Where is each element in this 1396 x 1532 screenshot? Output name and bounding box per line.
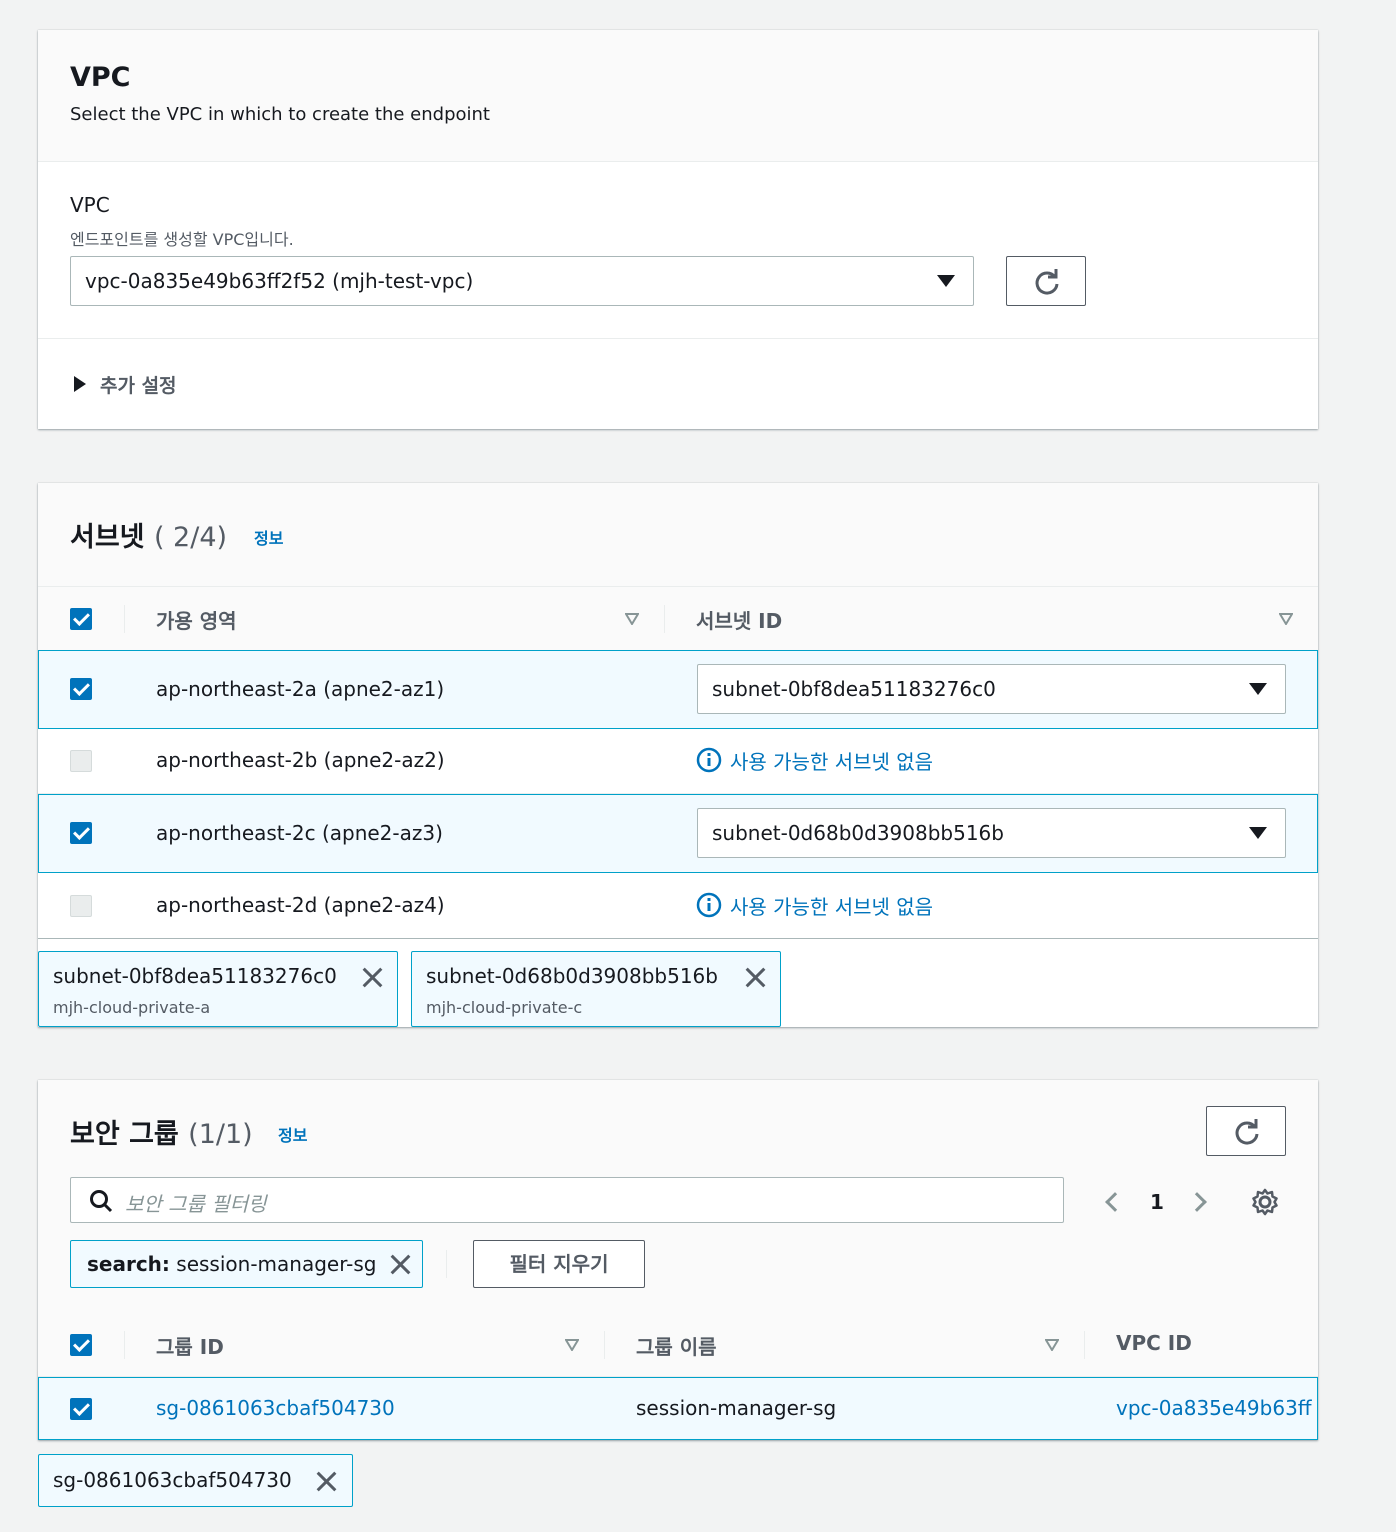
column-separator: [1084, 1331, 1085, 1359]
sort-icon[interactable]: [1045, 1339, 1059, 1351]
column-header-az[interactable]: 가용 영역: [156, 605, 237, 634]
subnet-section-title: 서브넷 ( 2/4): [70, 515, 227, 554]
sort-icon[interactable]: [1279, 613, 1293, 625]
separator: [446, 1250, 447, 1278]
table-row[interactable]: ap-northeast-2b (apne2-az2) 사용 가능한 서브넷 없…: [38, 729, 1318, 794]
row-checkbox-disabled: [70, 895, 92, 917]
table-row[interactable]: ap-northeast-2c (apne2-az3) subnet-0d68b…: [38, 794, 1318, 873]
column-separator: [124, 605, 125, 633]
vpc-field-description: 엔드포인트를 생성할 VPC입니다.: [70, 230, 294, 249]
vpc-id-link[interactable]: vpc-0a835e49b63ff: [1116, 1396, 1312, 1420]
subnet-token-id: subnet-0d68b0d3908bb516b: [426, 964, 718, 988]
column-separator: [664, 605, 665, 633]
vpc-field-label: VPC: [70, 193, 110, 217]
column-header-subnet-id[interactable]: 서브넷 ID: [696, 605, 782, 634]
sg-section-title: 보안 그룹 (1/1): [70, 1112, 253, 1151]
page-number[interactable]: 1: [1150, 1190, 1164, 1214]
subnet-select-value: subnet-0d68b0d3908bb516b: [712, 821, 1004, 845]
sg-refresh-button[interactable]: [1206, 1106, 1286, 1156]
sg-table-header: 그룹 ID 그룹 이름 VPC ID: [38, 1313, 1318, 1377]
sort-icon[interactable]: [625, 613, 639, 625]
az-cell: ap-northeast-2d (apne2-az4): [156, 893, 445, 917]
vpc-card-header: VPC Select the VPC in which to create th…: [38, 30, 1318, 162]
no-subnet-message: 사용 가능한 서브넷 없음: [696, 891, 933, 920]
vpc-section-description: Select the VPC in which to create the en…: [70, 104, 490, 125]
column-separator: [604, 1331, 605, 1359]
sg-card-header: 보안 그룹 (1/1) 정보 보안 그룹 필터링 1 search: sessi…: [38, 1080, 1318, 1313]
caret-down-icon: [1249, 827, 1267, 839]
no-subnet-text: 사용 가능한 서브넷 없음: [730, 750, 934, 774]
selected-sg-token-id: sg-0861063cbaf504730: [53, 1468, 292, 1492]
subnet-token: subnet-0bf8dea51183276c0 mjh-cloud-priva…: [38, 951, 398, 1027]
refresh-icon: [1235, 1119, 1259, 1145]
subnet-select[interactable]: subnet-0bf8dea51183276c0: [697, 664, 1286, 714]
subnet-card-header: 서브넷 ( 2/4) 정보: [38, 483, 1318, 587]
group-id-link[interactable]: sg-0861063cbaf504730: [156, 1396, 395, 1420]
row-checkbox[interactable]: [70, 822, 92, 844]
vpc-select-value: vpc-0a835e49b63ff2f52 (mjh-test-vpc): [85, 269, 474, 293]
table-row[interactable]: ap-northeast-2d (apne2-az4) 사용 가능한 서브넷 없…: [38, 873, 1318, 939]
subnet-info-link[interactable]: 정보: [254, 525, 283, 549]
table-row[interactable]: ap-northeast-2a (apne2-az1) subnet-0bf8d…: [38, 650, 1318, 729]
info-icon: [696, 892, 722, 918]
subnet-card: 서브넷 ( 2/4) 정보 가용 영역 서브넷 ID ap-northeast-…: [38, 483, 1318, 1027]
chevron-left-icon[interactable]: [1105, 1192, 1125, 1212]
az-cell: ap-northeast-2b (apne2-az2): [156, 748, 445, 772]
chevron-right-icon[interactable]: [1187, 1192, 1207, 1212]
vpc-card: VPC Select the VPC in which to create th…: [38, 30, 1318, 429]
row-checkbox[interactable]: [70, 678, 92, 700]
security-group-card: 보안 그룹 (1/1) 정보 보안 그룹 필터링 1 search: sessi…: [38, 1080, 1318, 1440]
column-header-group-id[interactable]: 그룹 ID: [156, 1331, 224, 1360]
caret-down-icon: [1249, 683, 1267, 695]
sg-count: (1/1): [188, 1119, 253, 1150]
subnet-token-id: subnet-0bf8dea51183276c0: [53, 964, 337, 988]
sort-icon[interactable]: [565, 1339, 579, 1351]
table-row[interactable]: sg-0861063cbaf504730 session-manager-sg …: [38, 1377, 1318, 1440]
sg-info-link[interactable]: 정보: [278, 1122, 307, 1146]
select-all-checkbox[interactable]: [70, 1334, 92, 1356]
select-all-checkbox[interactable]: [70, 608, 92, 630]
info-icon: [696, 747, 722, 773]
az-cell: ap-northeast-2a (apne2-az1): [156, 677, 445, 701]
column-header-group-name[interactable]: 그룹 이름: [636, 1331, 717, 1360]
sg-search-placeholder: 보안 그룹 필터링: [125, 1192, 267, 1216]
subnet-select[interactable]: subnet-0d68b0d3908bb516b: [697, 808, 1286, 858]
vpc-refresh-button[interactable]: [1006, 256, 1086, 306]
sg-search-input[interactable]: 보안 그룹 필터링: [70, 1177, 1064, 1223]
subnet-count: ( 2/4): [153, 522, 228, 553]
column-header-vpc-id[interactable]: VPC ID: [1116, 1331, 1192, 1355]
caret-right-icon[interactable]: [74, 376, 86, 392]
subnet-token-name: mjh-cloud-private-a: [53, 998, 211, 1017]
subnet-select-value: subnet-0bf8dea51183276c0: [712, 677, 996, 701]
row-checkbox-disabled: [70, 750, 92, 772]
divider: [38, 338, 1318, 339]
vpc-section-title: VPC: [70, 62, 131, 93]
close-icon[interactable]: [389, 1253, 411, 1275]
vpc-select[interactable]: vpc-0a835e49b63ff2f52 (mjh-test-vpc): [70, 256, 974, 306]
additional-settings-expander[interactable]: 추가 설정: [100, 371, 177, 398]
caret-down-icon: [937, 275, 955, 287]
subnet-table-header: 가용 영역 서브넷 ID: [38, 587, 1318, 651]
no-subnet-message: 사용 가능한 서브넷 없음: [696, 746, 933, 775]
gear-icon[interactable]: [1251, 1188, 1279, 1216]
filter-token: search: session-manager-sg: [70, 1240, 423, 1288]
column-separator: [124, 1331, 125, 1359]
close-icon[interactable]: [744, 966, 766, 988]
az-cell: ap-northeast-2c (apne2-az3): [156, 821, 443, 845]
filter-token-value: session-manager-sg: [176, 1252, 377, 1276]
group-name-cell: session-manager-sg: [636, 1396, 837, 1420]
subnet-title-text: 서브넷: [70, 522, 145, 553]
no-subnet-text: 사용 가능한 서브넷 없음: [730, 895, 934, 919]
refresh-icon: [1035, 269, 1059, 295]
subnet-token: subnet-0d68b0d3908bb516b mjh-cloud-priva…: [411, 951, 781, 1027]
clear-filters-button[interactable]: 필터 지우기: [473, 1240, 645, 1288]
close-icon[interactable]: [315, 1470, 337, 1492]
close-icon[interactable]: [361, 966, 383, 988]
filter-token-key: search:: [87, 1252, 170, 1276]
sg-title-text: 보안 그룹: [70, 1119, 179, 1150]
search-icon: [90, 1190, 113, 1213]
subnet-token-name: mjh-cloud-private-c: [426, 998, 583, 1017]
row-checkbox[interactable]: [70, 1398, 92, 1420]
selected-sg-token: sg-0861063cbaf504730: [38, 1454, 353, 1507]
